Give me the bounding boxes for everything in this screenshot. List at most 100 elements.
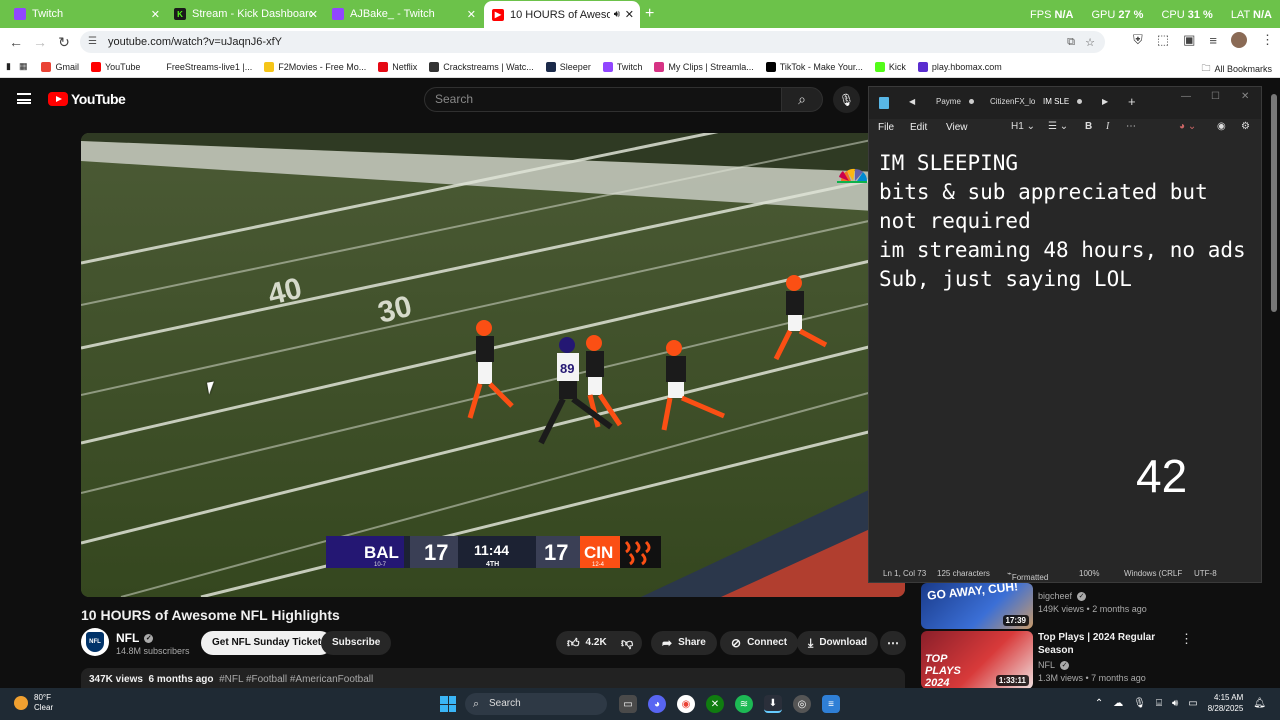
line-ending[interactable]: Windows (CRLF xyxy=(1124,569,1182,578)
bookmark-item[interactable]: YouTube xyxy=(90,61,140,72)
dislike-button[interactable]: 👎︎ xyxy=(612,631,643,655)
sidebar-toggle-icon[interactable]: ▮ xyxy=(6,61,11,72)
tab-youtube-nfl[interactable]: ▶ 10 HOURS of Awesome NFL 🔊︎ ✕ xyxy=(484,1,640,28)
bookmark-item[interactable]: My Clips | Streamla... xyxy=(654,61,754,72)
tab-scroll-left-icon[interactable]: ◀ xyxy=(909,97,915,106)
menu-file[interactable]: File xyxy=(878,122,894,133)
maximize-icon[interactable]: ☐ xyxy=(1211,91,1220,102)
bookmark-item[interactable]: TikTok - Make Your... xyxy=(765,61,863,72)
format-indicator[interactable]: ⌁ Formatted xyxy=(1007,569,1048,582)
settings-gear-icon[interactable]: ⚙ xyxy=(1241,121,1250,132)
tab-twitch[interactable]: Twitch ✕ xyxy=(6,3,166,25)
menu-edit[interactable]: Edit xyxy=(910,122,927,133)
windows-start-icon[interactable] xyxy=(440,696,456,712)
spotify-icon[interactable]: ≋ xyxy=(735,695,753,713)
close-icon[interactable]: ✕ xyxy=(1241,91,1249,102)
more-actions-button[interactable]: ⋯ xyxy=(880,631,906,655)
related-thumbnail[interactable]: GO AWAY, CUH! 17:39 xyxy=(921,583,1033,629)
menu-icon[interactable] xyxy=(17,93,31,104)
all-bookmarks[interactable]: 🗀 All Bookmarks xyxy=(1201,61,1272,77)
close-icon[interactable]: ✕ xyxy=(467,8,476,21)
notifications-icon[interactable]: 🔔︎ xyxy=(1253,698,1266,709)
task-view-icon[interactable]: ▭ xyxy=(619,695,637,713)
bookmark-item[interactable]: Netflix xyxy=(378,61,417,72)
more-horizontal-icon[interactable]: ⋯ xyxy=(1126,121,1136,132)
encoding[interactable]: UTF-8 xyxy=(1194,569,1217,578)
related-channel[interactable]: NFL ✓ xyxy=(1038,660,1070,671)
battery-icon[interactable]: ▭ xyxy=(1188,698,1197,709)
bookmark-item[interactable]: Kick xyxy=(874,61,906,72)
microphone-icon[interactable]: 🎙︎ xyxy=(1133,698,1146,709)
video-player[interactable]: 40 30 89 BAL 10-7 17 11:44 4TH 17 CIN 12… xyxy=(81,133,905,597)
close-icon[interactable]: ✕ xyxy=(309,8,318,21)
close-icon[interactable]: ✕ xyxy=(151,8,160,21)
hashtags[interactable]: #NFL #Football #AmericanFootball xyxy=(219,674,373,685)
reload-icon[interactable]: ↻ xyxy=(52,30,76,54)
notepad-tab[interactable]: Payme xyxy=(936,97,974,106)
discord-icon[interactable]: ◕ xyxy=(648,695,666,713)
bookmark-item[interactable]: FreeStreams-live1 |... xyxy=(152,61,252,72)
related-title[interactable]: Top Plays | 2024 Regular Season xyxy=(1038,631,1168,657)
italic-icon[interactable]: I xyxy=(1106,121,1109,132)
menu-view[interactable]: View xyxy=(946,122,968,133)
copilot-icon[interactable]: ◕ ⌄ xyxy=(1179,121,1196,132)
notepad-tab[interactable]: CitizenFX_lo xyxy=(990,97,1035,106)
search-input[interactable]: Search xyxy=(424,87,782,112)
cloud-icon[interactable]: ☁ xyxy=(1113,698,1123,709)
scrollbar-thumb[interactable] xyxy=(1271,94,1277,312)
channel-avatar[interactable]: NFL xyxy=(81,628,109,656)
search-icon[interactable]: ⌕ xyxy=(781,87,823,112)
clock[interactable]: 4:15 AM 8/28/2025 xyxy=(1208,692,1244,714)
network-icon[interactable]: ⌸ xyxy=(1156,698,1162,709)
extensions-icon[interactable]: ⬚ xyxy=(1157,32,1169,48)
related-channel[interactable]: bigcheef ✓ xyxy=(1038,591,1087,602)
back-arrow-icon[interactable]: ← xyxy=(4,30,28,54)
tab-kick-dashboard[interactable]: K Stream - Kick Dashboard ✕ xyxy=(166,3,324,25)
shield-icon[interactable]: ⛨ xyxy=(1133,32,1143,48)
address-bar[interactable]: ☰ youtube.com/watch?v=uJaqnJ6-xfY ⧉ ☆ xyxy=(80,31,1105,53)
tab-scroll-right-icon[interactable]: ▶ xyxy=(1102,97,1108,106)
connect-button[interactable]: ⊘ Connect xyxy=(720,631,799,655)
split-view-icon[interactable]: ▣ xyxy=(1183,32,1195,48)
weather-widget[interactable]: 80°F Clear xyxy=(14,693,53,713)
obs-icon[interactable]: ◎ xyxy=(793,695,811,713)
bookmark-item[interactable]: play.hbomax.com xyxy=(917,61,1002,72)
notepad-editor[interactable]: IM SLEEPING bits & sub appreciated but n… xyxy=(879,149,1251,294)
reading-list-icon[interactable]: ≡ xyxy=(1209,33,1217,48)
streamlabs-icon[interactable]: ⬇ xyxy=(764,695,782,713)
bookmark-item[interactable]: F2Movies - Free Mo... xyxy=(264,61,366,72)
volume-icon[interactable]: 🔊︎ xyxy=(1172,698,1178,709)
site-settings-icon[interactable]: ☰ xyxy=(88,36,100,48)
like-button[interactable]: 👍︎ 4.2K xyxy=(556,631,620,655)
bookmark-item[interactable]: Twitch xyxy=(602,61,642,72)
chevron-up-icon[interactable]: ⌃ xyxy=(1095,698,1103,709)
new-tab-button[interactable]: + xyxy=(645,5,654,23)
close-icon[interactable]: ✕ xyxy=(625,8,634,21)
bookmark-item[interactable]: Sleeper xyxy=(545,61,591,72)
xbox-icon[interactable]: ✕ xyxy=(706,695,724,713)
related-thumbnail[interactable]: TOP PLAYS 2024 1:33:11 xyxy=(921,631,1033,689)
apps-grid-icon[interactable]: ▦ xyxy=(19,61,28,72)
notepad-tab-active[interactable]: IM SLE xyxy=(1043,97,1083,106)
cast-icon[interactable]: ⧉ xyxy=(1067,36,1075,49)
new-tab-button[interactable]: + xyxy=(1128,94,1136,109)
microphone-icon[interactable]: 🎙︎ xyxy=(833,86,860,113)
download-button[interactable]: ⤓ Download xyxy=(797,631,879,655)
subscribe-button[interactable]: Subscribe xyxy=(321,631,392,655)
list-icon[interactable]: ☰ ⌄ xyxy=(1048,121,1068,132)
bookmark-item[interactable]: Gmail xyxy=(41,61,79,72)
chrome-icon[interactable]: ◉ xyxy=(677,695,695,713)
more-vertical-icon[interactable]: ⋮ xyxy=(1180,631,1193,647)
forward-arrow-icon[interactable]: → xyxy=(28,30,52,54)
speaker-icon[interactable]: 🔊︎ xyxy=(614,9,620,20)
heading-dropdown[interactable]: H1 ⌄ xyxy=(1011,121,1035,132)
profile-avatar[interactable] xyxy=(1231,32,1247,48)
sunday-ticket-button[interactable]: Get NFL Sunday Ticket xyxy=(201,631,333,655)
kebab-menu-icon[interactable]: ⋮ xyxy=(1261,32,1274,48)
youtube-logo[interactable]: YouTube xyxy=(48,91,126,107)
tab-ajbake-twitch[interactable]: AJBake_ - Twitch ✕ xyxy=(324,3,482,25)
notepad-taskbar-icon[interactable]: ≡ xyxy=(822,695,840,713)
bold-icon[interactable]: B xyxy=(1085,121,1092,132)
zoom-level[interactable]: 100% xyxy=(1079,569,1099,578)
taskbar-search[interactable]: ⌕ Search xyxy=(465,693,607,715)
